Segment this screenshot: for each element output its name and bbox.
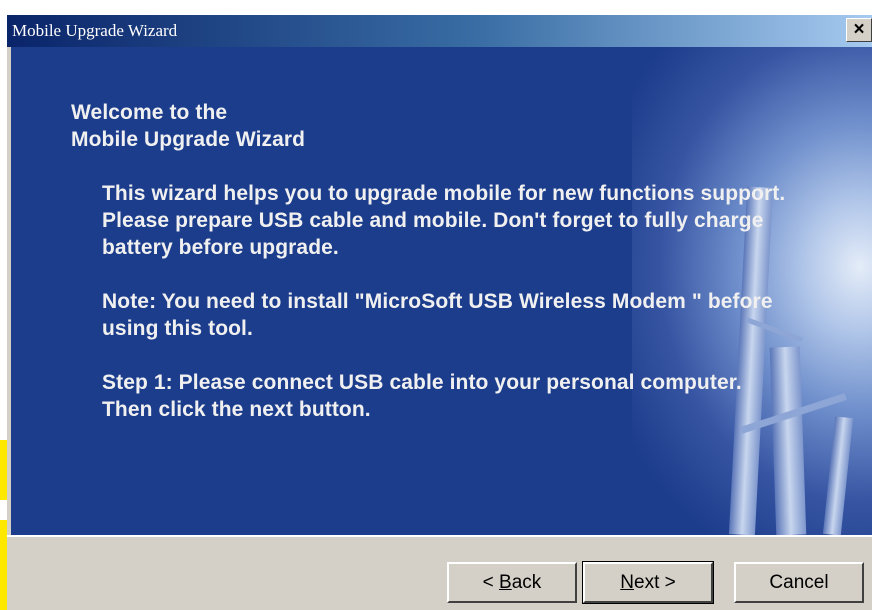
back-button-accelerator: B bbox=[499, 572, 512, 593]
intro-paragraph: This wizard helps you to upgrade mobile … bbox=[102, 182, 786, 259]
window-title: Mobile Upgrade Wizard bbox=[12, 21, 178, 40]
next-button-label: ext > bbox=[634, 572, 676, 593]
step-paragraph: Step 1: Please connect USB cable into yo… bbox=[102, 371, 742, 421]
next-button[interactable]: Next > bbox=[582, 561, 714, 604]
wizard-window: Mobile Upgrade Wizard × Welcome to the M… bbox=[7, 15, 872, 610]
welcome-heading-line2: Mobile Upgrade Wizard bbox=[71, 128, 306, 151]
note-paragraph: Note: You need to install "MicroSoft USB… bbox=[102, 290, 773, 340]
back-button-label: ack bbox=[511, 572, 542, 593]
welcome-text-block: Welcome to the Mobile Upgrade Wizard Thi… bbox=[71, 99, 791, 423]
welcome-heading-line1: Welcome to the bbox=[71, 101, 228, 124]
next-button-accelerator: N bbox=[620, 572, 634, 593]
title-bar[interactable]: Mobile Upgrade Wizard × bbox=[7, 15, 872, 47]
back-button[interactable]: < Back bbox=[447, 562, 577, 603]
button-bar: < Back Next > Cancel bbox=[7, 535, 872, 610]
highlight-mark-top bbox=[0, 440, 7, 500]
close-icon: × bbox=[853, 19, 865, 40]
cancel-button[interactable]: Cancel bbox=[734, 562, 864, 603]
back-button-prefix: < bbox=[482, 572, 500, 593]
close-button[interactable]: × bbox=[846, 18, 872, 42]
cancel-button-label: Cancel bbox=[769, 572, 829, 593]
highlight-mark-bottom bbox=[0, 520, 7, 610]
welcome-panel: Welcome to the Mobile Upgrade Wizard Thi… bbox=[11, 47, 872, 535]
